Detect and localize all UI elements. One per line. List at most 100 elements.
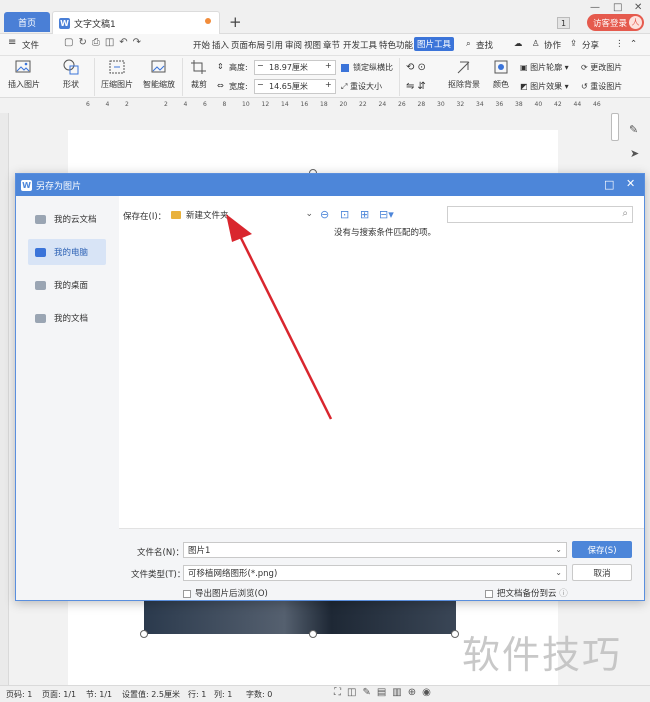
height-icon: ⇕: [217, 62, 224, 71]
ruler-tick-label: 32: [456, 101, 465, 108]
help-icon[interactable]: ⓘ: [559, 589, 568, 599]
menu-file[interactable]: 文件: [22, 39, 39, 51]
quick-access-icons[interactable]: ▢↻⎙◫↶↷: [64, 37, 146, 48]
menu-developer[interactable]: 开发工具: [343, 39, 377, 51]
vertical-scrollbar[interactable]: [611, 113, 619, 141]
menu-insert[interactable]: 插入: [212, 39, 229, 51]
status-col: 列: 1: [214, 690, 233, 699]
status-setting[interactable]: 设置值: 2.5厘米: [122, 689, 180, 700]
more-icon[interactable]: ⋮: [615, 39, 624, 49]
sidebar-item-cloud[interactable]: 我的云文档: [28, 206, 106, 232]
new-tab-button[interactable]: +: [229, 13, 242, 31]
status-words[interactable]: 字数: 0: [246, 689, 272, 700]
cancel-button[interactable]: 取消: [572, 564, 632, 581]
view-mode-icons[interactable]: ⛶◫✎▤▥⊕◉: [334, 687, 437, 698]
status-page-num[interactable]: 页码: 1: [6, 689, 32, 700]
menu-view[interactable]: 视图: [304, 39, 321, 51]
flip-icon[interactable]: ⇋ ⇵: [406, 81, 426, 92]
compress-button[interactable]: 压缩图片: [96, 58, 138, 90]
status-bar: 页码: 1 页面: 1/1 节: 1/1 设置值: 2.5厘米 行: 1 列: …: [0, 685, 650, 702]
reset-image-button[interactable]: ↺ 重设图片: [581, 81, 622, 92]
filetype-select[interactable]: 可移植网络图形(*.png) ⌄: [183, 565, 567, 581]
ribbon: 插入图片 形状 压缩图片 智能缩放 裁剪 ⇕ 高度: 18.97厘米 − + ⇔…: [0, 56, 650, 98]
window-count-badge[interactable]: 1: [557, 17, 570, 29]
width-increment[interactable]: +: [325, 80, 332, 89]
effect-button[interactable]: ◩ 图片效果 ▾: [520, 81, 569, 92]
lock-ratio-checkbox[interactable]: 锁定纵横比: [341, 62, 393, 73]
unsaved-dot-icon: [205, 18, 211, 24]
close-dialog-icon[interactable]: ✕: [626, 177, 635, 190]
shape-button[interactable]: 形状: [50, 58, 92, 90]
save-button[interactable]: 保存(S): [572, 541, 632, 558]
tab-document[interactable]: W 文字文稿1: [52, 11, 220, 34]
maximize-icon[interactable]: □: [613, 2, 622, 13]
new-folder-icon[interactable]: ⊞: [360, 208, 369, 221]
close-window-icon[interactable]: ✕: [634, 2, 642, 13]
collapse-ribbon-icon[interactable]: ⌃: [630, 39, 637, 49]
compress-icon: [109, 60, 125, 74]
tab-home[interactable]: 首页: [4, 12, 50, 32]
outline-button[interactable]: ▣ 图片轮廓 ▾: [520, 62, 569, 73]
ruler-tick-label: 36: [495, 101, 504, 108]
pointer-icon[interactable]: ➤: [630, 147, 639, 160]
arrow-shaft: [236, 231, 333, 420]
width-label: 宽度:: [229, 82, 248, 91]
smart-zoom-button[interactable]: 智能缩放: [136, 58, 182, 90]
menu-collab[interactable]: 协作: [544, 39, 561, 51]
ruler-tick-label: 34: [476, 101, 484, 108]
reset-size-button[interactable]: ⤢ 重设大小: [341, 81, 382, 92]
crop-button[interactable]: 裁剪: [184, 58, 214, 90]
menu-share[interactable]: 分享: [582, 39, 599, 51]
cloud-icon[interactable]: ☁: [514, 39, 523, 49]
ruler-tick-label: 42: [554, 101, 562, 108]
menu-features[interactable]: 特色功能: [379, 39, 413, 51]
hamburger-icon[interactable]: ≡: [8, 37, 16, 48]
avatar-icon: 人: [629, 16, 642, 29]
change-image-button[interactable]: ⟳ 更改图片: [581, 62, 622, 73]
filename-label: 文件名(N)：: [137, 548, 184, 558]
minimize-icon[interactable]: —: [590, 2, 600, 13]
filename-input[interactable]: 图片1 ⌄: [183, 542, 567, 558]
resize-handle-br[interactable]: [451, 630, 459, 638]
height-increment[interactable]: +: [325, 61, 332, 70]
sidebar-item-label: 我的电脑: [54, 248, 89, 258]
backup-to-cloud-checkbox[interactable]: 把文档备份到云 ⓘ: [485, 587, 568, 599]
insert-image-label: 插入图片: [8, 80, 40, 89]
pen-icon[interactable]: ✎: [629, 123, 638, 136]
wps-logo-icon: W: [21, 179, 32, 191]
selected-image[interactable]: [144, 598, 456, 634]
resize-handle-bl[interactable]: [140, 630, 148, 638]
ruler-tick-label: 22: [359, 101, 367, 108]
menu-reference[interactable]: 引用: [266, 39, 283, 51]
maximize-dialog-icon[interactable]: □: [604, 178, 614, 191]
height-decrement[interactable]: −: [257, 61, 264, 70]
sidebar-item-my-computer[interactable]: 我的电脑: [28, 239, 106, 265]
resize-handle-bottom[interactable]: [309, 630, 317, 638]
view-mode-icon[interactable]: ⊟▾: [379, 208, 394, 221]
sidebar-item-desktop[interactable]: 我的桌面: [28, 272, 106, 298]
sidebar-item-label: 我的云文档: [54, 215, 97, 225]
height-field[interactable]: 18.97厘米: [254, 60, 336, 75]
menu-start[interactable]: 开始: [193, 39, 210, 51]
color-button[interactable]: 颜色: [486, 58, 516, 90]
filetype-value: 可移植网络图形(*.png): [188, 569, 278, 579]
horizontal-ruler: 6 4 2 2 4 6 8 10 12 14 16 18 20 22 24 26 28 30 32 34 36 38 40 4…: [68, 100, 612, 113]
remove-bg-button[interactable]: 抠除背景: [440, 58, 488, 90]
search-input[interactable]: ⌕: [447, 206, 633, 223]
menu-picture-tools[interactable]: 图片工具: [414, 37, 455, 51]
menu-page-layout[interactable]: 页面布局: [231, 39, 265, 51]
dialog-title: 另存为图片: [36, 181, 82, 192]
search-icon: ⌕: [622, 208, 628, 219]
menu-chapter[interactable]: 章节: [323, 39, 340, 51]
ruler-tick-label: 12: [261, 101, 270, 108]
insert-image-button[interactable]: 插入图片: [3, 58, 45, 90]
login-button[interactable]: 访客登录 人: [587, 14, 644, 31]
menu-review[interactable]: 审阅: [285, 39, 302, 51]
rotate-icon[interactable]: ⟲ ⊙: [406, 62, 426, 73]
crop-icon: [191, 60, 206, 74]
open-after-export-checkbox[interactable]: 导出图片后浏览(O): [183, 587, 268, 599]
menu-search[interactable]: 查找: [476, 39, 493, 51]
sidebar-item-documents[interactable]: 我的文档: [28, 305, 106, 331]
width-decrement[interactable]: −: [257, 80, 264, 89]
width-field[interactable]: 14.65厘米: [254, 79, 336, 94]
